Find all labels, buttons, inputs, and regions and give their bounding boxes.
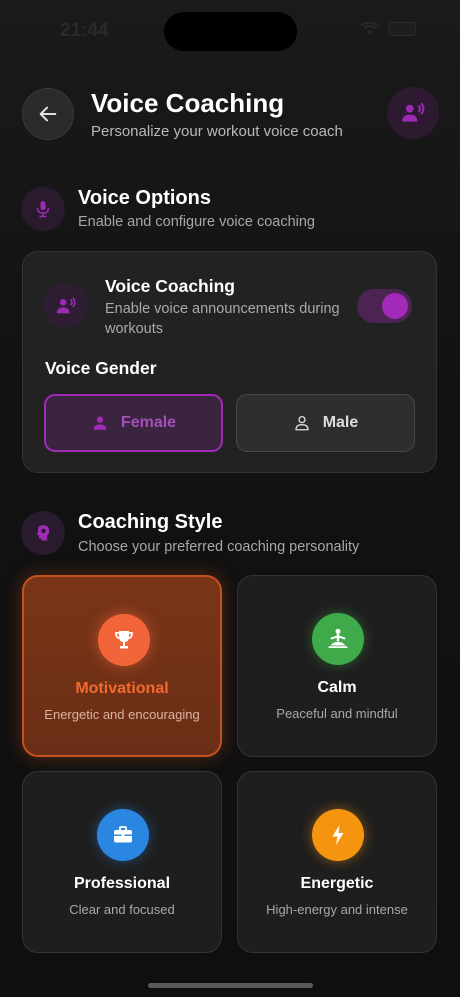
voice-options-title: Voice Options xyxy=(78,187,211,209)
page-subtitle: Personalize your workout voice coach xyxy=(91,123,343,140)
voice-coaching-toggle[interactable] xyxy=(357,289,412,323)
style-card-professional[interactable]: Professional Clear and focused xyxy=(22,771,222,953)
toggle-knob xyxy=(382,293,408,319)
home-indicator[interactable] xyxy=(148,983,313,988)
coaching-style-title: Coaching Style xyxy=(78,511,223,533)
style-card-energetic[interactable]: Energetic High-energy and intense xyxy=(237,771,437,953)
lightning-icon xyxy=(312,809,364,861)
briefcase-icon xyxy=(97,809,149,861)
style-name: Calm xyxy=(317,679,357,696)
style-description: Clear and focused xyxy=(69,902,175,917)
trophy-icon xyxy=(98,614,150,666)
voice-gender-label: Voice Gender xyxy=(45,358,157,378)
male-voice-button[interactable]: Male xyxy=(236,394,415,452)
voice-options-card: Voice Coaching Enable voice announcement… xyxy=(22,251,437,473)
voice-coaching-screen: 21:44 Voice Coaching Personalize your wo… xyxy=(0,0,460,997)
voice-options-section-icon xyxy=(21,187,65,231)
briefcase-glyph xyxy=(114,826,132,843)
trophy-glyph xyxy=(115,631,133,649)
dynamic-island xyxy=(164,12,297,51)
voice-coaching-icon-badge xyxy=(44,284,88,328)
arrow-left-icon xyxy=(39,106,57,122)
head-idea-icon xyxy=(36,525,50,541)
page-title: Voice Coaching xyxy=(91,88,285,118)
person-icon xyxy=(93,416,107,430)
male-voice-label: Male xyxy=(322,414,359,431)
female-voice-button[interactable]: Female xyxy=(44,394,223,452)
coaching-style-section-icon xyxy=(21,511,65,555)
meditation-glyph xyxy=(328,628,348,648)
microphone-icon xyxy=(36,201,50,218)
wifi-icon xyxy=(360,22,380,35)
status-icons xyxy=(360,22,416,36)
style-description: Peaceful and mindful xyxy=(276,706,398,721)
lightning-glyph xyxy=(332,825,344,845)
meditation-icon xyxy=(312,613,364,665)
voice-options-subtitle: Enable and configure voice coaching xyxy=(78,214,315,230)
style-name: Professional xyxy=(73,875,171,892)
back-button[interactable] xyxy=(22,88,74,140)
style-name: Energetic xyxy=(300,875,374,892)
person-outline-icon xyxy=(295,415,309,431)
coaching-style-subtitle: Choose your preferred coaching personali… xyxy=(78,539,360,555)
speaking-person-icon xyxy=(402,102,425,122)
speaking-person-icon xyxy=(56,297,76,314)
style-card-motivational[interactable]: Motivational Energetic and encouraging xyxy=(22,575,222,757)
female-voice-label: Female xyxy=(120,414,177,431)
style-description: High-energy and intense xyxy=(266,902,408,917)
voice-coaching-description: Enable voice announcements during workou… xyxy=(105,301,340,337)
status-time: 21:44 xyxy=(60,20,109,41)
voice-profile-badge xyxy=(387,87,439,139)
style-description: Energetic and encouraging xyxy=(44,707,200,722)
battery-icon xyxy=(388,22,416,36)
style-name: Motivational xyxy=(75,680,169,697)
style-card-calm[interactable]: Calm Peaceful and mindful xyxy=(237,575,437,757)
voice-coaching-label: Voice Coaching xyxy=(105,276,235,296)
